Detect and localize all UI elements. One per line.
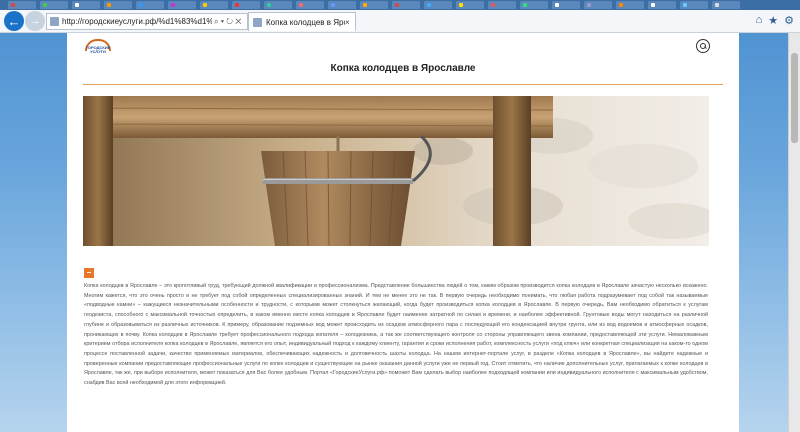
browser-tab[interactable]: [648, 1, 676, 9]
address-controls[interactable]: ⌕ ▾ ↻ ✕: [214, 17, 241, 27]
arrow-left-icon: ←: [7, 13, 21, 29]
collapse-button[interactable]: −: [84, 268, 94, 278]
browser-tab[interactable]: [616, 1, 644, 9]
browser-tab[interactable]: [456, 1, 484, 9]
browser-tab[interactable]: [424, 1, 452, 9]
tab-active[interactable]: Копка колодцев в Ярославле ×: [248, 12, 356, 31]
browser-tab[interactable]: [552, 1, 580, 9]
back-button[interactable]: ←: [4, 11, 24, 31]
address-url[interactable]: http://городскиеуслуги.рф/%d1%83%d1%81%d…: [62, 17, 212, 26]
star-icon[interactable]: ★: [768, 14, 778, 27]
gear-icon[interactable]: ⚙: [784, 14, 794, 27]
article-text: Копка колодцев в Ярославле – это кропотл…: [84, 283, 708, 387]
search-button[interactable]: [696, 39, 710, 53]
browser-tab[interactable]: [168, 1, 196, 9]
page-title: Копка колодцев в Ярославле: [330, 63, 476, 74]
browser-tab[interactable]: [40, 1, 68, 9]
browser-tab[interactable]: [8, 1, 36, 9]
hero-image-well: [83, 96, 709, 246]
wooden-beam: [83, 96, 553, 138]
tab-favicon: [253, 17, 262, 27]
tab-close-button[interactable]: ×: [345, 18, 355, 27]
browser-right-icons: ⌂ ★ ⚙: [756, 14, 794, 27]
scrollbar-thumb[interactable]: [791, 53, 798, 143]
site-logo[interactable]: ГОРОДСКИЕ УСЛУГИ: [83, 39, 113, 57]
left-post: [83, 96, 113, 246]
arrow-right-icon: →: [29, 15, 41, 27]
address-bar[interactable]: http://городскиеуслуги.рф/%d1%83%d1%81%d…: [46, 13, 248, 30]
well-illustration: [83, 96, 709, 246]
browser-tab[interactable]: [680, 1, 708, 9]
metal-band: [263, 178, 413, 184]
page-scrollbar[interactable]: [788, 33, 800, 432]
browser-tab[interactable]: [104, 1, 132, 9]
right-post: [493, 96, 531, 246]
browser-tab[interactable]: [392, 1, 420, 9]
web-page: ГОРОДСКИЕ УСЛУГИ Копка колодцев в Яросла…: [67, 33, 739, 432]
logo-text: ГОРОДСКИЕ УСЛУГИ: [85, 45, 111, 54]
browser-tab[interactable]: [264, 1, 292, 9]
browser-tab[interactable]: [200, 1, 228, 9]
forward-button[interactable]: →: [25, 11, 45, 31]
browser-tab[interactable]: [232, 1, 260, 9]
browser-tab[interactable]: [488, 1, 516, 9]
title-divider: [83, 84, 723, 85]
browser-tab[interactable]: [72, 1, 100, 9]
browser-tab[interactable]: [520, 1, 548, 9]
browser-toolbar: ← → http://городскиеуслуги.рф/%d1%83%d1%…: [0, 10, 800, 33]
site-favicon: [50, 17, 59, 26]
browser-tab[interactable]: [584, 1, 612, 9]
browser-tab[interactable]: [712, 1, 740, 9]
browser-tab[interactable]: [328, 1, 356, 9]
home-icon[interactable]: ⌂: [756, 14, 763, 27]
tab-title: Копка колодцев в Ярославле: [266, 17, 345, 27]
browser-tab[interactable]: [296, 1, 324, 9]
browser-tab[interactable]: [360, 1, 388, 9]
browser-tab[interactable]: [136, 1, 164, 9]
browser-tab-strip: [0, 0, 800, 10]
